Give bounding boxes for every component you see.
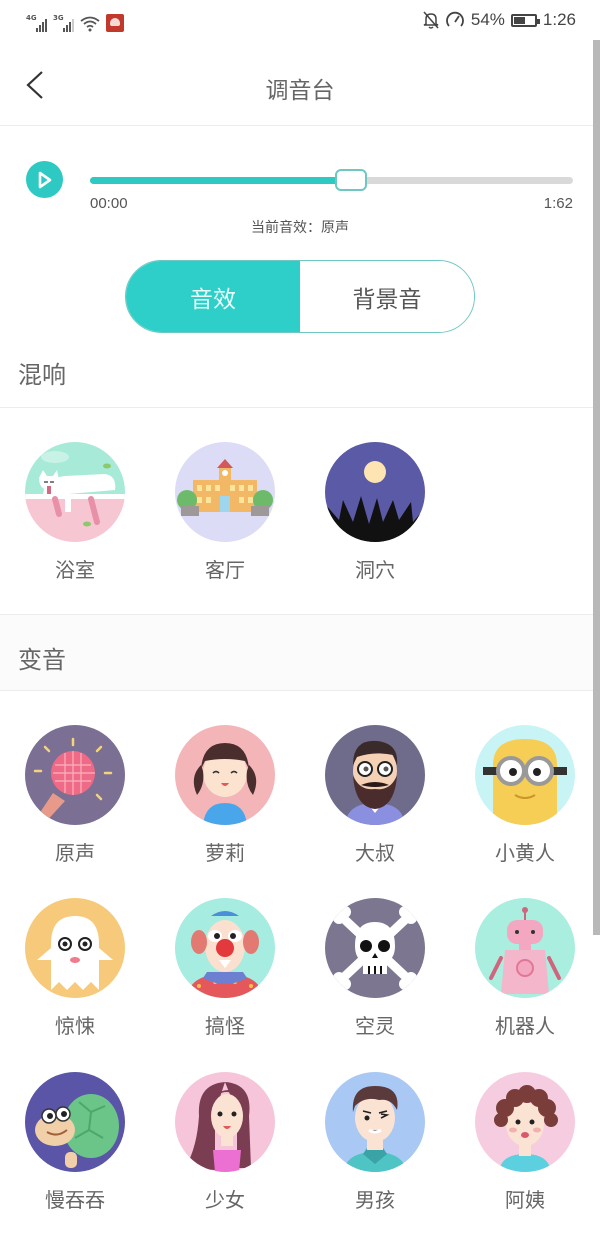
progress-fill bbox=[90, 177, 351, 184]
voice-item-funny[interactable]: 搞怪 bbox=[170, 898, 280, 1039]
section-band bbox=[0, 614, 593, 690]
cave-moon-icon bbox=[325, 442, 425, 542]
progress-slider[interactable] bbox=[90, 177, 573, 184]
scrollbar[interactable] bbox=[593, 40, 600, 935]
app-header: 调音台 bbox=[0, 44, 600, 126]
battery-icon bbox=[510, 13, 540, 27]
mute-bell-icon bbox=[423, 11, 439, 29]
reverb-item-cave[interactable]: 洞穴 bbox=[320, 442, 430, 583]
play-button[interactable] bbox=[26, 161, 63, 198]
signal-4g-icon: 4G bbox=[26, 14, 47, 32]
skull-icon bbox=[325, 898, 425, 998]
bearded-man-icon bbox=[325, 725, 425, 825]
little-girl-icon bbox=[175, 725, 275, 825]
robot-icon bbox=[475, 898, 575, 998]
minion-icon bbox=[475, 725, 575, 825]
app-notification-icon bbox=[106, 14, 124, 32]
clock: 1:26 bbox=[542, 10, 576, 29]
battery-percent: 54% bbox=[470, 10, 505, 29]
voice-item-ethereal[interactable]: 空灵 bbox=[320, 898, 430, 1039]
bathroom-cat-icon bbox=[25, 442, 125, 542]
voice-item-minion[interactable]: 小黄人 bbox=[470, 725, 580, 866]
voice-item-young-woman[interactable]: 少女 bbox=[170, 1072, 280, 1213]
voice-item-horror[interactable]: 惊悚 bbox=[20, 898, 130, 1039]
current-effect-label: 当前音效：原声 bbox=[251, 220, 349, 236]
tab-sound-effects[interactable]: 音效 bbox=[126, 261, 300, 332]
voice-item-robot[interactable]: 机器人 bbox=[470, 898, 580, 1039]
section-title-reverb: 混响 bbox=[18, 361, 66, 389]
voice-item-original[interactable]: 原声 bbox=[20, 725, 130, 866]
divider bbox=[0, 407, 593, 408]
young-woman-icon bbox=[175, 1072, 275, 1172]
mode-toggle: 音效 背景音 bbox=[125, 260, 475, 333]
voice-item-slow[interactable]: 慢吞吞 bbox=[20, 1072, 130, 1213]
living-room-building-icon bbox=[175, 442, 275, 542]
data-saver-icon bbox=[446, 11, 464, 27]
voice-item-auntie[interactable]: 阿姨 bbox=[470, 1072, 580, 1213]
clown-icon bbox=[175, 898, 275, 998]
section-title-voice-change: 变音 bbox=[18, 646, 66, 674]
signal-3g-icon: 3G bbox=[53, 14, 74, 32]
microphone-icon bbox=[25, 725, 125, 825]
time-elapsed: 00:00 bbox=[90, 195, 128, 212]
play-icon bbox=[38, 171, 52, 189]
voice-item-boy[interactable]: 男孩 bbox=[320, 1072, 430, 1213]
turtle-icon bbox=[25, 1072, 125, 1172]
wifi-icon bbox=[80, 16, 100, 32]
boy-icon bbox=[325, 1072, 425, 1172]
page-title: 调音台 bbox=[265, 78, 335, 104]
auntie-icon bbox=[475, 1072, 575, 1172]
voice-item-uncle[interactable]: 大叔 bbox=[320, 725, 430, 866]
divider bbox=[0, 614, 593, 615]
reverb-item-living-room[interactable]: 客厅 bbox=[170, 442, 280, 583]
time-total: 1:62 bbox=[543, 195, 573, 212]
status-bar: 4G 3G 54% 1:26 bbox=[0, 0, 600, 44]
progress-slider-thumb[interactable] bbox=[334, 169, 367, 191]
ghost-icon bbox=[25, 898, 125, 998]
voice-item-loli[interactable]: 萝莉 bbox=[170, 725, 280, 866]
reverb-item-bathroom[interactable]: 浴室 bbox=[20, 442, 130, 583]
tab-background-music[interactable]: 背景音 bbox=[300, 261, 474, 332]
divider bbox=[0, 690, 593, 691]
